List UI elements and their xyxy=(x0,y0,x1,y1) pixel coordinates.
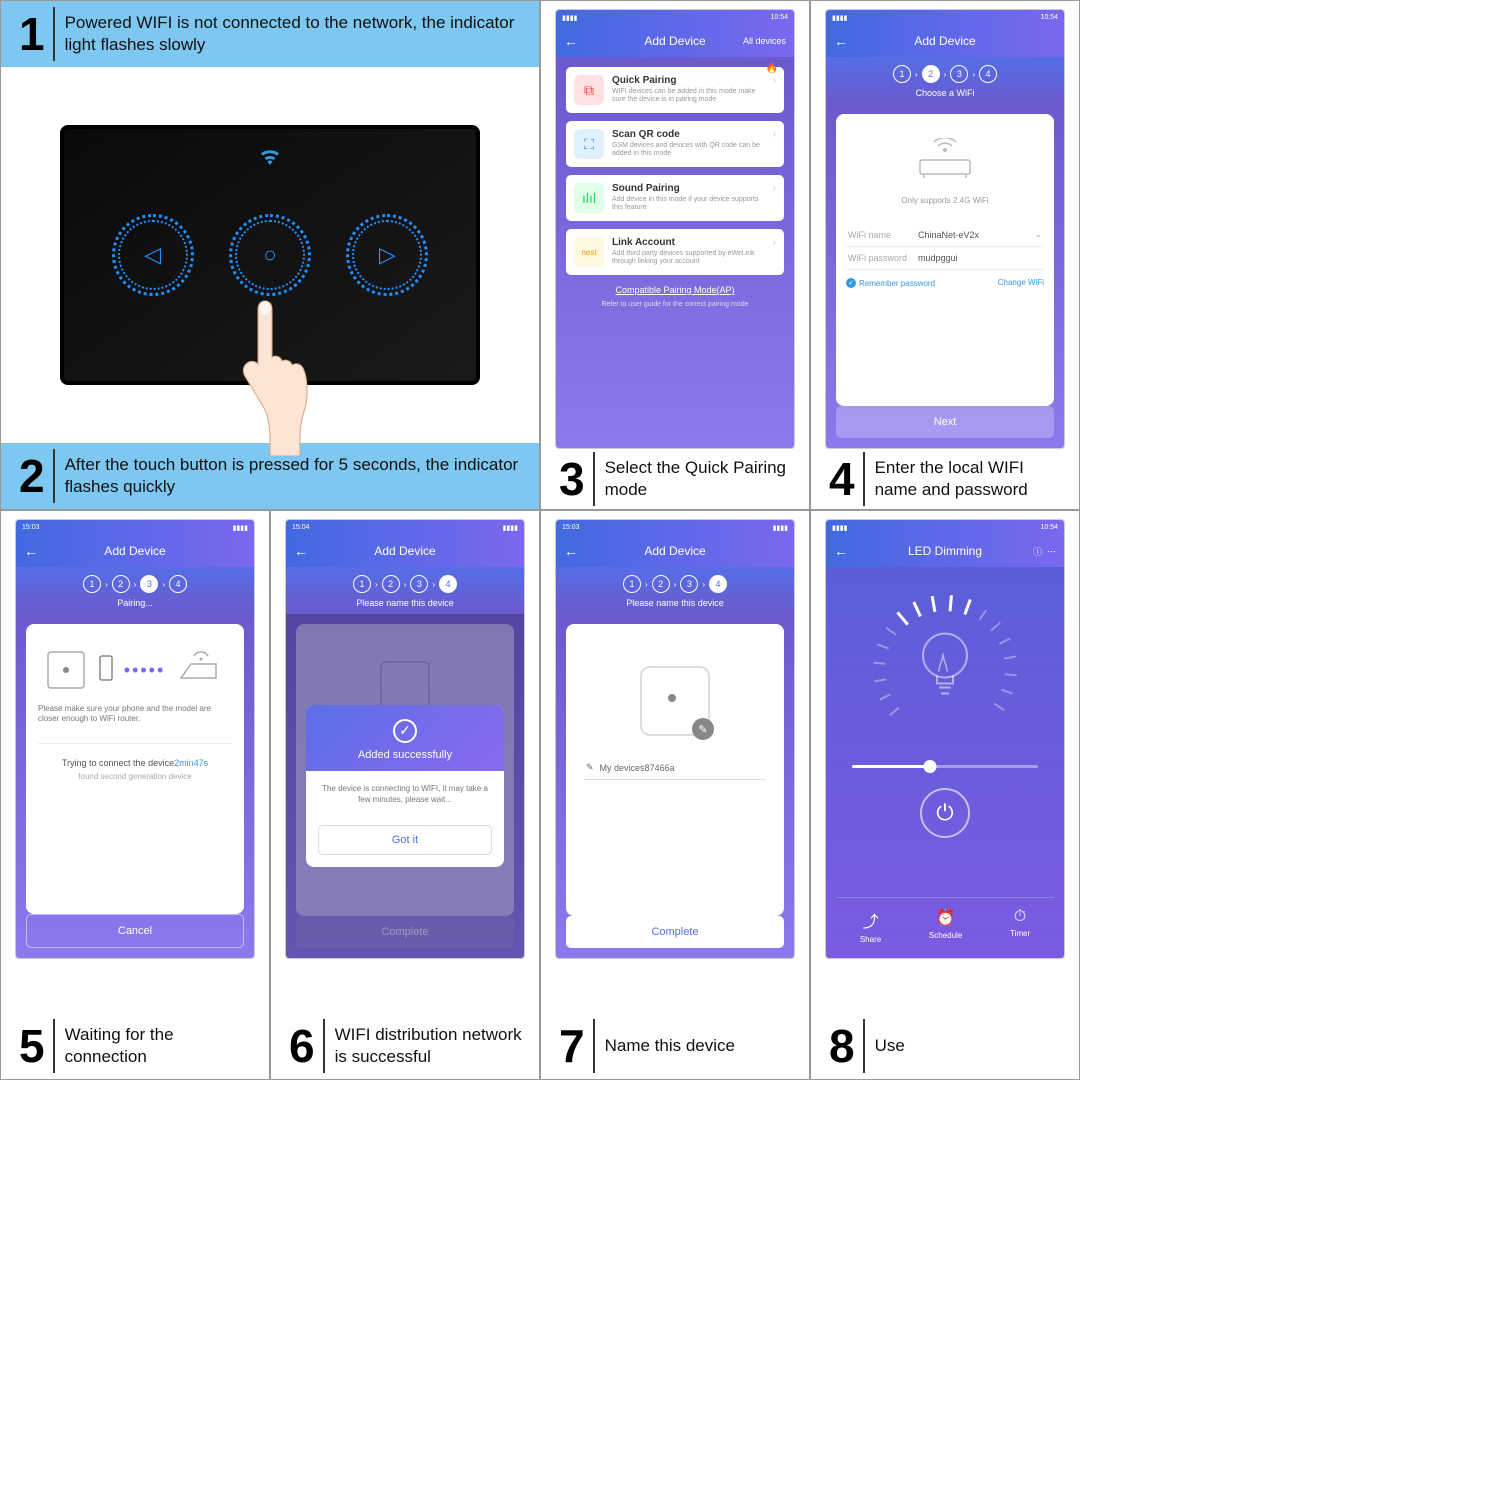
phone-step7: 15:03▮▮▮▮ ←Add Device 1›2›3›4 Please nam… xyxy=(555,519,795,959)
change-wifi-link[interactable]: Change WiFi xyxy=(998,278,1044,288)
connection-status: Trying to connect the device2min47s xyxy=(38,743,232,768)
circle-icon: ○ xyxy=(263,242,276,268)
back-icon[interactable]: ← xyxy=(834,33,848,49)
step3-text: Select the Quick Pairing mode xyxy=(605,457,799,501)
dimmer-dial[interactable]: // inline tick generation via JS later w… xyxy=(865,589,1025,749)
step3-cell: ▮▮▮▮10:54 ← Add Device All devices 🔥 ⧉ Q… xyxy=(540,0,810,510)
share-icon: ⤴ xyxy=(860,908,881,932)
edit-icon[interactable]: ✎ xyxy=(692,718,714,740)
check-icon: ✓ xyxy=(393,719,417,743)
back-icon[interactable]: ← xyxy=(294,543,308,559)
step3-caption: 3 Select the Quick Pairing mode xyxy=(541,449,809,509)
touch-right-button[interactable]: ▷ xyxy=(352,220,422,290)
phone-step5: 15:03▮▮▮▮ ←Add Device 1›2›3›4 Pairing...… xyxy=(15,519,255,959)
app-header: ← Add Device All devices xyxy=(556,25,794,57)
chevron-down-icon: ⌄ xyxy=(1034,229,1042,240)
nest-icon: nest xyxy=(574,237,604,267)
phone-step4: ▮▮▮▮10:54 ← Add Device 1› 2› 3› 4 Choose… xyxy=(825,9,1065,449)
chevron-right-icon: › xyxy=(773,237,776,248)
remember-password-check[interactable]: ✓Remember password xyxy=(846,278,935,288)
step1-num: 1 xyxy=(11,7,55,61)
step3-num: 3 xyxy=(551,452,595,506)
power-button[interactable]: ⏻ xyxy=(920,788,970,838)
compat-link[interactable]: Compatible Pairing Mode(AP) xyxy=(566,285,784,295)
qr-icon: ⛶ xyxy=(574,129,604,159)
step4-text: Enter the local WIFI name and password xyxy=(875,457,1069,501)
quick-pairing-option[interactable]: 🔥 ⧉ Quick PairingWIFI devices can be add… xyxy=(566,67,784,113)
back-icon[interactable]: ← xyxy=(834,543,848,559)
schedule-button[interactable]: ⏰Schedule xyxy=(929,908,962,944)
router-icon xyxy=(846,138,1044,186)
brightness-slider[interactable] xyxy=(852,765,1037,768)
back-icon[interactable]: ← xyxy=(564,33,578,49)
step-1-2-panel: 1 Powered WIFI is not connected to the n… xyxy=(0,0,540,510)
status-bar: ▮▮▮▮10:54 xyxy=(826,10,1064,25)
smart-switch: ◁ ○ ▷ xyxy=(60,125,480,385)
phone-step3: ▮▮▮▮10:54 ← Add Device All devices 🔥 ⧉ Q… xyxy=(555,9,795,449)
wifi-password-field[interactable]: WiFi password mudpggui xyxy=(846,247,1044,270)
success-modal: ✓ Added successfully The device is conne… xyxy=(306,705,504,867)
header-title: Add Device xyxy=(914,34,975,48)
step1-text: Powered WIFI is not connected to the net… xyxy=(65,12,529,56)
sound-icon: ılıl xyxy=(574,183,604,213)
timer-button[interactable]: ⏱Timer xyxy=(1010,908,1030,944)
timer-icon: ⏱ xyxy=(1010,908,1030,926)
next-button[interactable]: Next xyxy=(836,406,1054,438)
chevron-right-icon: › xyxy=(773,129,776,140)
got-it-button[interactable]: Got it xyxy=(318,825,492,855)
cancel-button[interactable]: Cancel xyxy=(26,914,244,948)
device-icon: ✎ xyxy=(640,666,710,736)
link-account-option[interactable]: nest Link AccountAdd third party devices… xyxy=(566,229,784,275)
app-header: ← Add Device xyxy=(826,25,1064,57)
all-devices-link[interactable]: All devices xyxy=(743,36,786,46)
step8-cell: ▮▮▮▮10:54 ← LED Dimming ⓘ ⋯ // xyxy=(810,510,1080,1080)
phone-step6: 15:04▮▮▮▮ ←Add Device 1›2›3›4 Please nam… xyxy=(285,519,525,959)
status-bar: ▮▮▮▮10:54 xyxy=(556,10,794,25)
pencil-icon: ✎ xyxy=(586,762,594,773)
step4-num: 4 xyxy=(821,452,865,506)
pointing-finger xyxy=(225,296,315,461)
touch-center-button[interactable]: ○ xyxy=(235,220,305,290)
step4-caption: 4 Enter the local WIFI name and password xyxy=(811,449,1079,509)
pairing-icon: ⧉ xyxy=(574,75,604,105)
menu-icon[interactable]: ⓘ ⋯ xyxy=(1033,545,1056,558)
wifi-icon xyxy=(259,147,281,170)
sound-pairing-option[interactable]: ılıl Sound PairingAdd device in this mod… xyxy=(566,175,784,221)
pairing-hint: Refer to user guide for the correct pair… xyxy=(566,301,784,308)
clock-icon: ⏰ xyxy=(929,908,962,928)
header-title: Add Device xyxy=(644,34,705,48)
step4-cell: ▮▮▮▮10:54 ← Add Device 1› 2› 3› 4 Choose… xyxy=(810,0,1080,510)
step2-num: 2 xyxy=(11,449,55,503)
step7-cell: 15:03▮▮▮▮ ←Add Device 1›2›3›4 Please nam… xyxy=(540,510,810,1080)
back-icon[interactable]: ← xyxy=(564,543,578,559)
back-icon[interactable]: ← xyxy=(24,543,38,559)
step5-cell: 15:03▮▮▮▮ ←Add Device 1›2›3›4 Pairing...… xyxy=(0,510,270,1080)
chevron-right-icon: › xyxy=(773,183,776,194)
hot-icon: 🔥 xyxy=(766,63,778,74)
phone-step8: ▮▮▮▮10:54 ← LED Dimming ⓘ ⋯ // xyxy=(825,519,1065,959)
complete-button[interactable]: Complete xyxy=(566,916,784,948)
bulb-icon xyxy=(915,628,975,711)
step6-cell: 15:04▮▮▮▮ ←Add Device 1›2›3›4 Please nam… xyxy=(270,510,540,1080)
success-modal-overlay: ✓ Added successfully The device is conne… xyxy=(286,614,524,958)
chevron-right-icon: › xyxy=(773,75,776,86)
share-button[interactable]: ⤴Share xyxy=(860,908,881,944)
pairing-illustration: ••••• xyxy=(38,648,232,692)
triangle-right-icon: ▷ xyxy=(379,242,396,268)
triangle-left-icon: ◁ xyxy=(144,242,161,268)
touch-left-button[interactable]: ◁ xyxy=(118,220,188,290)
wifi-name-field[interactable]: WiFi name ChinaNet-eV2x ⌄ xyxy=(846,223,1044,247)
step1-caption: 1 Powered WIFI is not connected to the n… xyxy=(1,1,539,67)
switch-panel-area: ◁ ○ ▷ xyxy=(1,67,539,443)
scan-qr-option[interactable]: ⛶ Scan QR codeGSM devices and devices wi… xyxy=(566,121,784,167)
wizard-steps: 1› 2› 3› 4 Choose a WiFi xyxy=(826,57,1064,104)
status-bar: 15:03▮▮▮▮ xyxy=(16,520,254,535)
device-name-input[interactable]: ✎ My devices87466a xyxy=(584,756,766,780)
